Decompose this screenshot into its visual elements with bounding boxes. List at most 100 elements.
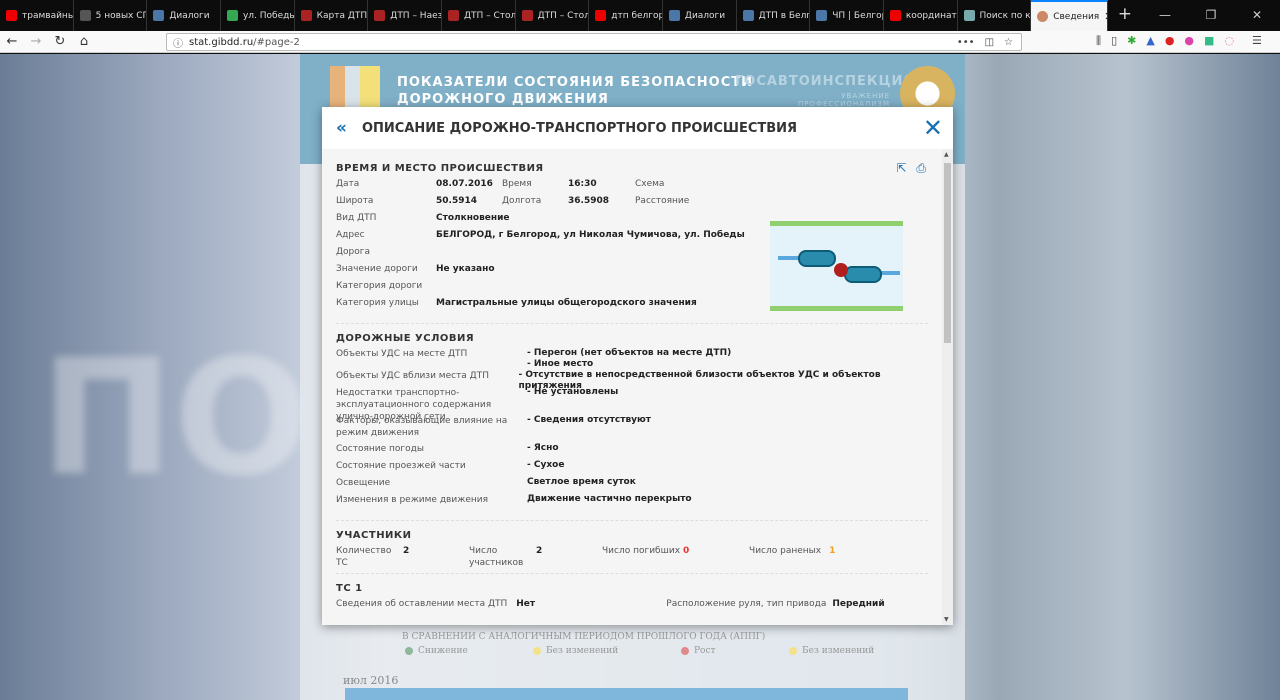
legend-item: Без изменений: [533, 646, 618, 656]
extension-icon[interactable]: ●: [1184, 34, 1194, 48]
tab-bar: трамвайный 5 новых СП Диалоги ул. Победы Кар…: [0, 0, 1280, 31]
accident-scheme[interactable]: [770, 221, 903, 311]
browser-tab[interactable]: ДТП – Наезд: [368, 0, 442, 31]
label: Количество ТС: [336, 546, 392, 568]
extension-icon[interactable]: ■: [1204, 34, 1214, 48]
home-button[interactable]: ⌂: [72, 34, 96, 49]
browser-tab[interactable]: ул. Победы: [221, 0, 295, 31]
sidebar-icon[interactable]: ▯: [1111, 34, 1117, 48]
label: Состояние проезжей части: [336, 461, 466, 471]
label: Время: [502, 179, 532, 189]
label: Число раненых: [749, 546, 822, 556]
condition-row: Факторы, оказывающие влияние на режим дв…: [336, 415, 928, 443]
url-bar[interactable]: ⓘ stat.gibdd.ru/#page-2 ••• ◫ ☆: [166, 33, 1022, 51]
forward-button[interactable]: →: [24, 34, 48, 49]
page-actions-icon[interactable]: •••: [957, 37, 975, 48]
browser-tab[interactable]: дтп белгород: [589, 0, 663, 31]
value: - Иное место: [527, 359, 594, 369]
tab-label: ДТП – Столк: [537, 10, 589, 21]
browser-tab[interactable]: координаты: [884, 0, 958, 31]
left-scene-value: Нет: [516, 599, 536, 609]
incident-modal: « ОПИСАНИЕ ДОРОЖНО-ТРАНСПОРТНОГО ПРОИСШЕ…: [322, 107, 953, 625]
menu-icon[interactable]: ☰: [1252, 34, 1262, 48]
label: Схема: [635, 179, 665, 189]
open-external-icon[interactable]: ⇱: [896, 161, 906, 176]
value: Светлое время суток: [527, 477, 636, 487]
condition-row: Состояние погоды - Ясно: [336, 443, 928, 460]
label: Число погибших: [602, 546, 681, 556]
drive-type-value: Передний: [832, 599, 885, 609]
slogan: УВАЖЕНИЕ ПРОФЕССИОНАЛИЗМ: [797, 92, 890, 108]
condition-row: Объекты УДС на месте ДТП - Перегон (нет о…: [336, 348, 928, 370]
label: Долгота: [502, 196, 542, 206]
condition-row: Объекты УДС вблизи места ДТП - Отсутствие…: [336, 370, 928, 391]
injured-count: 1: [829, 546, 836, 556]
browser-tab[interactable]: Диалоги: [147, 0, 221, 31]
new-tab-button[interactable]: +: [1108, 0, 1142, 31]
extension-icon[interactable]: ▲: [1146, 34, 1154, 48]
label: Объекты УДС на месте ДТП: [336, 349, 468, 359]
label: Расположение руля, тип привода: [666, 599, 827, 609]
extension-icon[interactable]: ◌: [1224, 34, 1234, 48]
participants-count: 2: [536, 546, 543, 556]
close-window-button[interactable]: ✕: [1234, 0, 1280, 31]
tab-label: ЧП | Белгоро: [832, 10, 883, 21]
label: Расстояние: [635, 196, 690, 206]
timeline-slider[interactable]: [345, 688, 908, 700]
tab-label: ДТП – Столк: [463, 10, 515, 21]
date-value: 08.07.2016: [436, 179, 493, 189]
legend-dot: [533, 647, 541, 655]
browser-tab[interactable]: 5 новых СП: [74, 0, 148, 31]
tab-label: 5 новых СП: [95, 10, 148, 21]
browser-tab[interactable]: ДТП – Столк: [516, 0, 590, 31]
favicon-icon: [668, 10, 680, 21]
scrollbar[interactable]: ▲ ▼: [942, 149, 953, 625]
legend-item: Снижение: [405, 646, 468, 656]
browser-tab[interactable]: Карта ДТП –: [295, 0, 369, 31]
back-chevrons-icon[interactable]: «: [336, 118, 362, 138]
favicon-icon: [79, 10, 91, 21]
label: Широта: [336, 196, 374, 206]
vehicles-count: 2: [403, 546, 410, 556]
legend-dot: [681, 647, 689, 655]
print-icon[interactable]: ⎙: [916, 161, 926, 176]
tab-label: ДТП в Белгор: [758, 10, 810, 21]
info-icon[interactable]: ⓘ: [173, 35, 183, 50]
value: - Сухое: [527, 460, 565, 470]
browser-tab[interactable]: Диалоги: [663, 0, 737, 31]
section-title: ТС 1: [336, 583, 363, 594]
dead-count: 0: [683, 546, 690, 556]
brand: ГОСАВТОИНСПЕКЦИЯ: [735, 74, 915, 89]
browser-tab-active[interactable]: Сведения✕: [1031, 0, 1108, 31]
browser-tab[interactable]: трамвайный: [0, 0, 74, 31]
adblock-icon[interactable]: ●: [1165, 34, 1175, 48]
favicon-icon: [742, 10, 754, 21]
favicon-icon: [153, 10, 165, 21]
browser-tab[interactable]: Поиск по ко: [958, 0, 1032, 31]
favicon-icon: [1037, 11, 1049, 22]
label: Освещение: [336, 478, 391, 488]
label: Адрес: [336, 230, 365, 240]
minimize-button[interactable]: —: [1142, 0, 1188, 31]
reload-button[interactable]: ↻: [48, 34, 72, 49]
pocket-icon[interactable]: ◫: [985, 37, 994, 48]
close-icon[interactable]: ✕: [923, 114, 943, 142]
legend-item: Рост: [681, 646, 716, 656]
browser-tab[interactable]: ДТП – Столк: [442, 0, 516, 31]
legend-item: Без изменений: [789, 646, 874, 656]
tab-label: Поиск по ко: [979, 10, 1032, 21]
label: Дорога: [336, 247, 371, 257]
legend-dot: [405, 647, 413, 655]
condition-row: Освещение Светлое время суток: [336, 477, 928, 494]
library-icon[interactable]: ⫼: [1096, 34, 1101, 48]
extension-icon[interactable]: ✱: [1127, 34, 1136, 48]
browser-tab[interactable]: ДТП в Белгор: [737, 0, 811, 31]
value: Магистральные улицы общегородского значе…: [436, 298, 697, 308]
maximize-button[interactable]: ❐: [1188, 0, 1234, 31]
label: Категория улицы: [336, 298, 419, 308]
bookmark-star-icon[interactable]: ☆: [1004, 37, 1013, 48]
value: Движение частично перекрыто: [527, 494, 692, 504]
browser-tab[interactable]: ЧП | Белгоро: [810, 0, 884, 31]
back-button[interactable]: ←: [0, 34, 24, 49]
favicon-icon: [521, 10, 533, 21]
